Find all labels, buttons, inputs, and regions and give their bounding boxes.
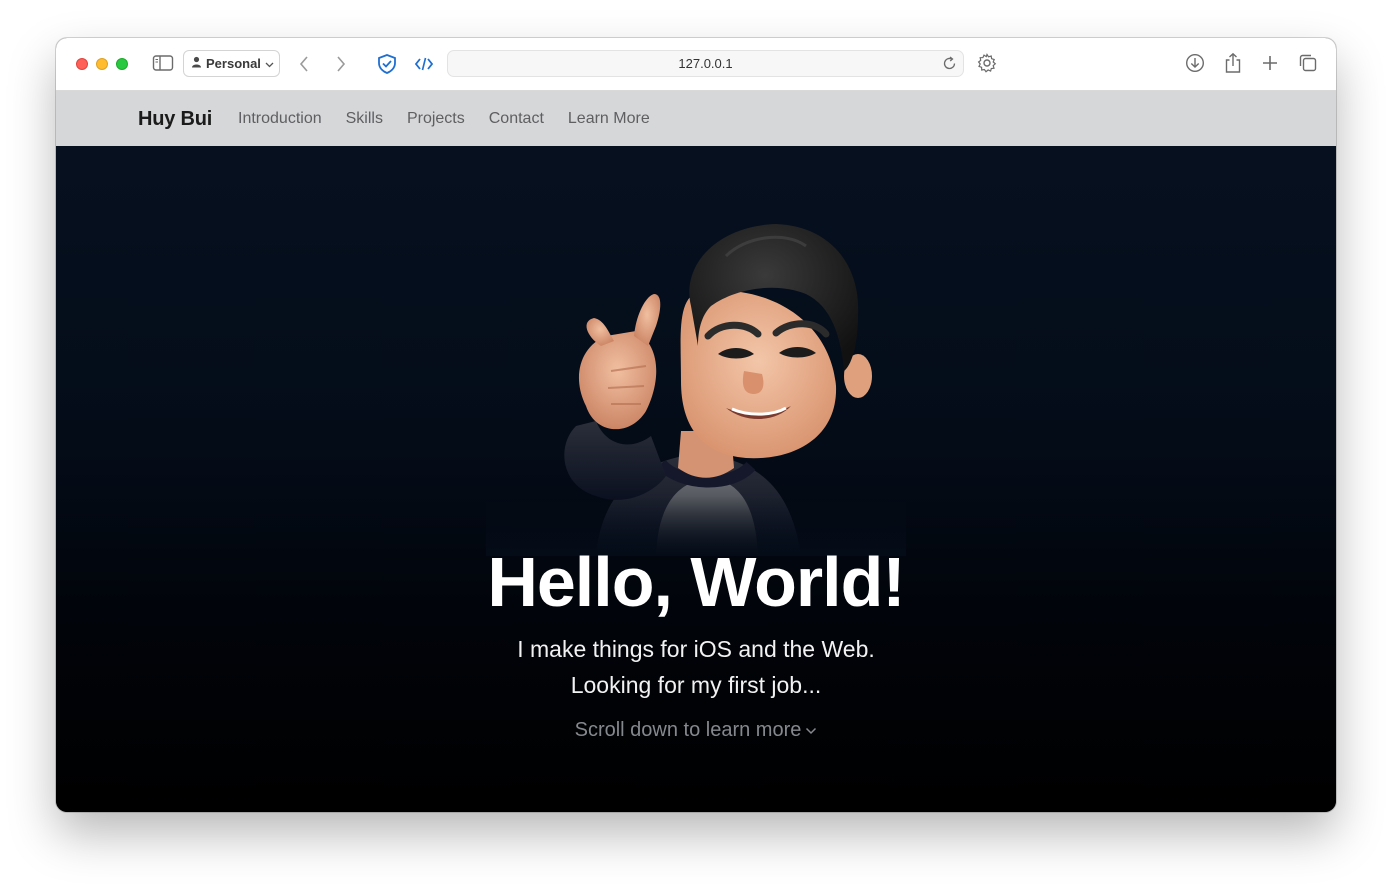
chevron-down-icon (265, 56, 274, 71)
hero-subtitle-line1: I make things for iOS and the Web. (517, 636, 875, 662)
address-bar[interactable]: 127.0.0.1 (447, 50, 964, 77)
back-icon[interactable] (298, 55, 310, 73)
nav-link-learn-more[interactable]: Learn More (568, 110, 650, 128)
sidebar-icon[interactable] (152, 54, 174, 72)
nav-links: Introduction Skills Projects Contact Lea… (238, 110, 674, 128)
nav-link-projects[interactable]: Projects (407, 110, 465, 128)
profile-label: Personal (206, 56, 261, 71)
scroll-hint-link[interactable]: Scroll down to learn more (56, 719, 1336, 742)
site-brand[interactable]: Huy Bui (138, 108, 212, 131)
download-icon[interactable] (1185, 53, 1205, 73)
code-icon[interactable] (414, 54, 434, 74)
zoom-window-button[interactable] (116, 58, 128, 70)
nav-link-introduction[interactable]: Introduction (238, 110, 322, 128)
forward-icon[interactable] (335, 55, 347, 73)
shield-icon[interactable] (376, 53, 398, 75)
plus-icon[interactable] (1261, 54, 1279, 72)
site-navbar: Huy Bui Introduction Skills Projects Con… (56, 91, 1336, 146)
hero-subtitle-line2: Looking for my first job... (570, 672, 822, 698)
scroll-hint-label: Scroll down to learn more (574, 719, 802, 741)
profile-selector[interactable]: Personal (183, 50, 280, 77)
minimize-window-button[interactable] (96, 58, 108, 70)
close-window-button[interactable] (76, 58, 88, 70)
hero-section: Hello, World! I make things for iOS and … (56, 146, 1336, 812)
browser-toolbar: Personal 127.0.0.1 (56, 38, 1336, 91)
memoji-avatar (486, 224, 906, 556)
share-icon[interactable] (1224, 52, 1242, 74)
nav-link-contact[interactable]: Contact (489, 110, 544, 128)
browser-window: Personal 127.0.0.1 Huy Bui Introduction … (56, 38, 1336, 812)
person-icon (191, 56, 202, 71)
url-text: 127.0.0.1 (678, 56, 733, 71)
chevron-down-icon (801, 719, 817, 741)
gear-icon[interactable] (977, 53, 997, 73)
tabs-icon[interactable] (1298, 53, 1318, 73)
hero-title: Hello, World! (487, 543, 905, 621)
nav-link-skills[interactable]: Skills (346, 110, 383, 128)
reload-icon[interactable] (942, 56, 957, 74)
